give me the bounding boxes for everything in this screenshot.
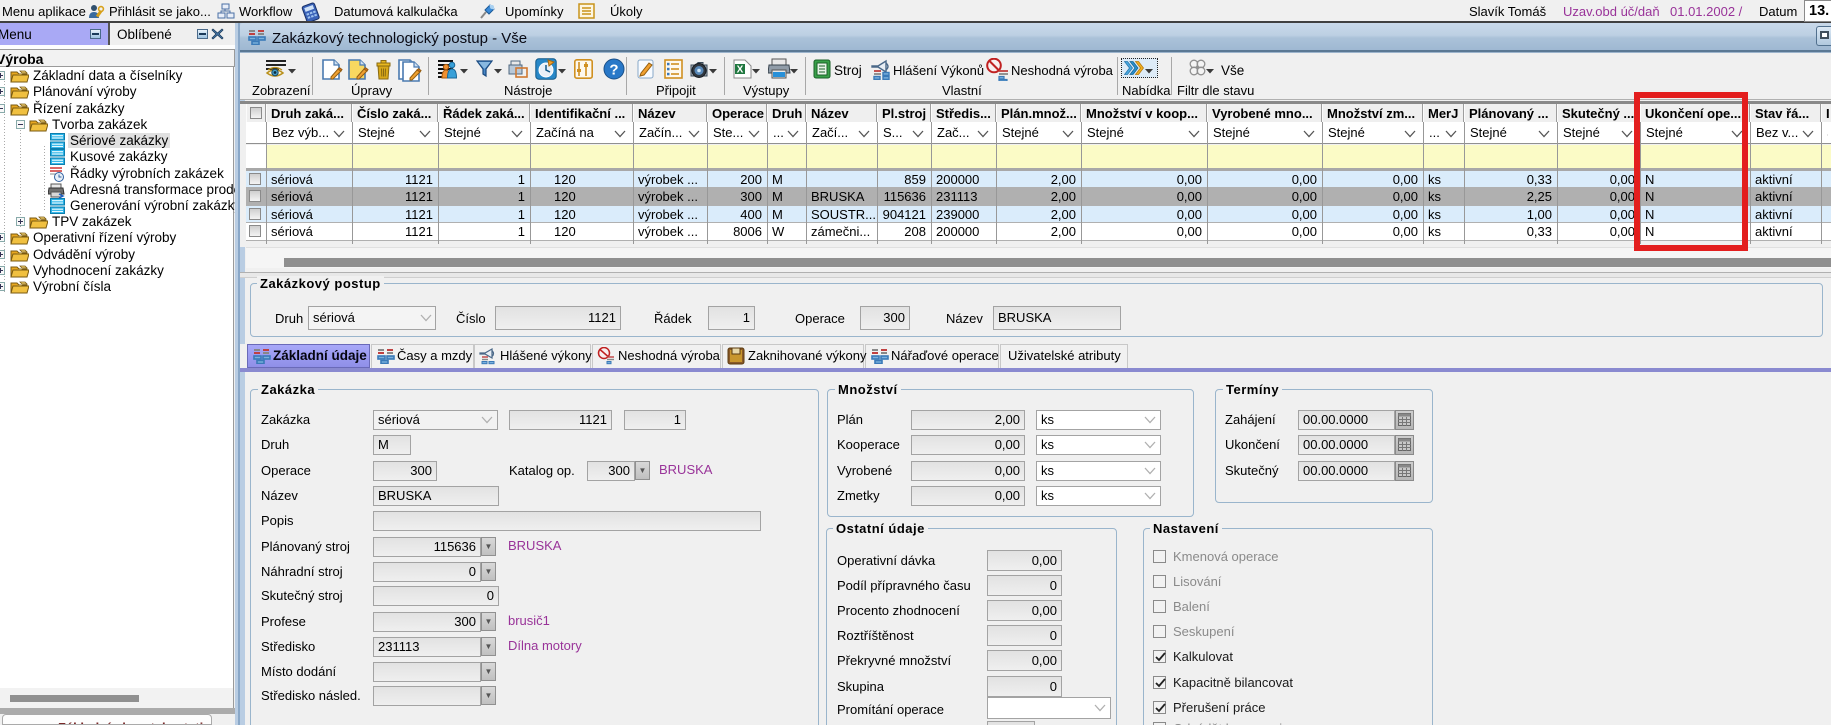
- svg-text:X: X: [737, 65, 744, 76]
- svg-text:?: ?: [609, 62, 618, 79]
